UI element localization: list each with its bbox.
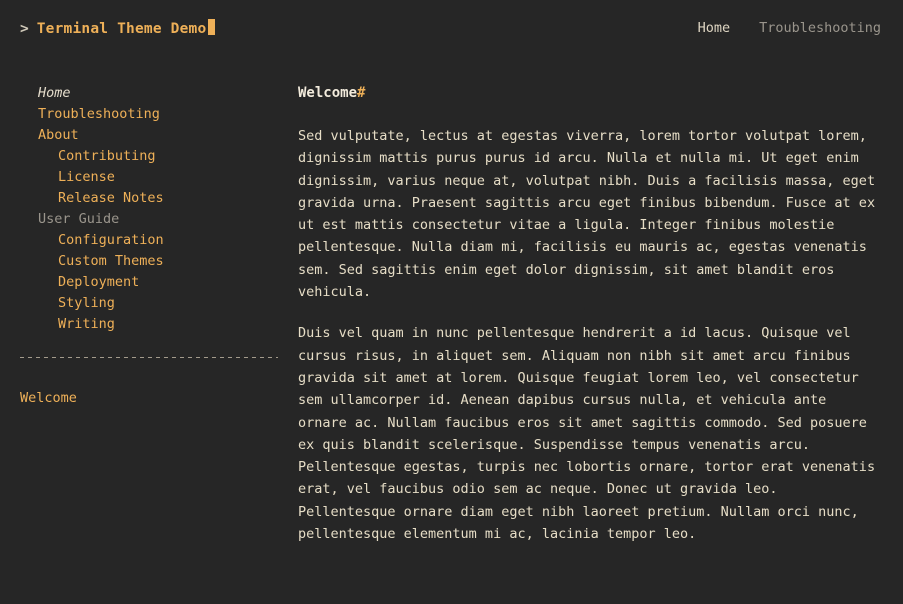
sidebar-link-about[interactable]: About (38, 127, 79, 143)
sidebar-link-contributing[interactable]: Contributing (58, 148, 156, 164)
site-title: Terminal Theme Demo (36, 21, 207, 38)
sidebar-link-configuration[interactable]: Configuration (58, 232, 164, 248)
sidebar-item-writing[interactable]: Writing (20, 314, 278, 335)
prompt-caret-icon: > (20, 21, 29, 38)
page-layout: Home Troubleshooting About Contributing Lice… (0, 58, 903, 564)
sidebar-link-writing[interactable]: Writing (58, 316, 115, 332)
page-title: Welcome# (298, 83, 878, 103)
top-navigation: Home Troubleshooting (698, 19, 881, 39)
sidebar-item-styling[interactable]: Styling (20, 293, 278, 314)
article-body: Sed vulputate, lectus at egestas viverra… (298, 125, 878, 545)
sidebar-item-custom-themes[interactable]: Custom Themes (20, 251, 278, 272)
sidebar-divider (20, 357, 278, 358)
sidebar-post-link-welcome[interactable]: Welcome (20, 390, 77, 406)
sidebar-item-license[interactable]: License (20, 167, 278, 188)
sidebar-link-troubleshooting[interactable]: Troubleshooting (38, 106, 160, 122)
top-nav-link-troubleshooting[interactable]: Troubleshooting (759, 19, 881, 39)
sidebar-item-contributing[interactable]: Contributing (20, 146, 278, 167)
sidebar-item-deployment[interactable]: Deployment (20, 272, 278, 293)
sidebar-item-about[interactable]: About (20, 125, 278, 146)
sidebar-item-release-notes[interactable]: Release Notes (20, 188, 278, 209)
sidebar-link-release-notes[interactable]: Release Notes (58, 190, 164, 206)
body-paragraph: Sed vulputate, lectus at egestas viverra… (298, 128, 876, 301)
page-title-text: Welcome (298, 85, 358, 101)
body-paragraph: Duis vel quam in nunc pellentesque hendr… (298, 325, 876, 543)
sidebar: Home Troubleshooting About Contributing Lice… (20, 58, 278, 409)
main-content: Welcome# Sed vulputate, lectus at egesta… (278, 58, 878, 564)
sidebar-link-license[interactable]: License (58, 169, 115, 185)
sidebar-nav-list: Home Troubleshooting About Contributing Lice… (20, 83, 278, 335)
site-header: > Terminal Theme Demo Home Troubleshooti… (0, 0, 903, 58)
sidebar-post-item-welcome[interactable]: Welcome (20, 388, 278, 409)
sidebar-item-troubleshooting[interactable]: Troubleshooting (20, 104, 278, 125)
sidebar-link-custom-themes[interactable]: Custom Themes (58, 253, 164, 269)
blinking-cursor-icon (208, 19, 216, 36)
heading-anchor-link[interactable]: # (357, 85, 365, 101)
site-brand[interactable]: > Terminal Theme Demo (20, 17, 216, 40)
sidebar-post-list: Welcome (20, 388, 278, 409)
sidebar-item-home[interactable]: Home (20, 83, 278, 104)
sidebar-item-configuration[interactable]: Configuration (20, 230, 278, 251)
sidebar-link-styling[interactable]: Styling (58, 295, 115, 311)
top-nav-link-home[interactable]: Home (698, 19, 731, 39)
sidebar-item-user-guide: User Guide (38, 211, 120, 227)
sidebar-link-deployment[interactable]: Deployment (58, 274, 139, 290)
